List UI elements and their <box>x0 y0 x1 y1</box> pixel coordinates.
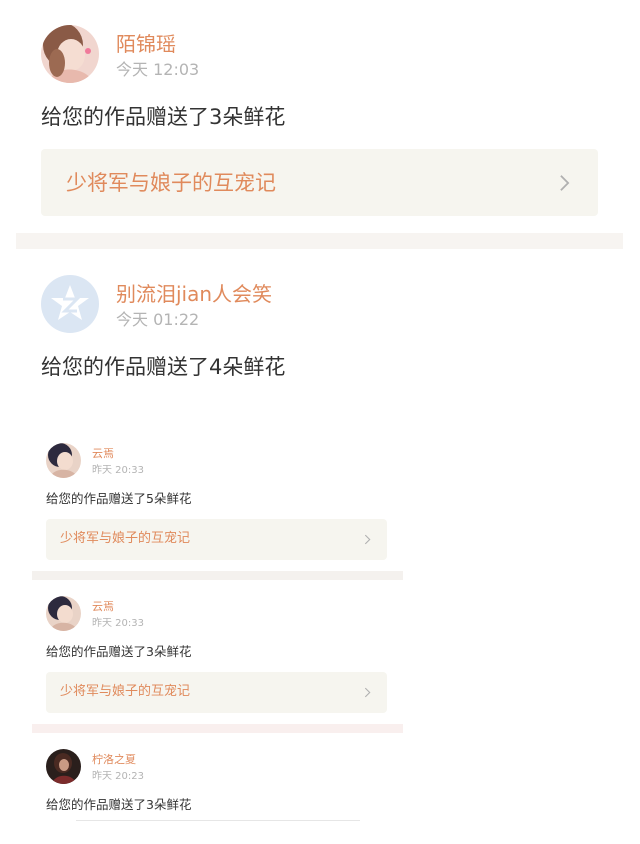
username[interactable]: 别流泪jian人会笑 <box>116 282 272 306</box>
gift-message: 给您的作品赠送了4朵鲜花 <box>41 355 286 379</box>
timestamp: 昨天 20:33 <box>92 465 144 476</box>
timestamp: 今天 01:22 <box>116 310 200 329</box>
section-divider <box>32 571 403 580</box>
user-photo-avatar-icon <box>41 25 99 83</box>
avatar[interactable] <box>46 443 81 478</box>
work-link-card[interactable]: 少将军与娘子的互宠记 <box>46 672 387 713</box>
bottom-separator <box>76 820 360 821</box>
gift-message: 给您的作品赠送了5朵鲜花 <box>46 491 192 506</box>
work-link-card[interactable]: 少将军与娘子的互宠记 <box>41 149 598 216</box>
work-title: 少将军与娘子的互宠记 <box>66 171 276 195</box>
user-photo-avatar-icon <box>46 443 81 478</box>
gift-message: 给您的作品赠送了3朵鲜花 <box>46 644 192 659</box>
chevron-right-icon <box>560 175 570 191</box>
section-divider <box>32 724 403 733</box>
user-photo-avatar-icon <box>46 596 81 631</box>
chevron-right-icon <box>364 687 371 698</box>
username[interactable]: 陌锦瑶 <box>116 32 176 56</box>
work-title: 少将军与娘子的互宠记 <box>60 684 191 699</box>
avatar[interactable] <box>41 25 99 83</box>
work-title: 少将军与娘子的互宠记 <box>60 531 191 546</box>
username[interactable]: 云焉 <box>92 447 114 461</box>
username[interactable]: 云焉 <box>92 600 114 614</box>
chevron-right-icon <box>364 534 371 545</box>
avatar[interactable] <box>46 749 81 784</box>
default-star-avatar-icon <box>41 275 99 333</box>
work-link-card[interactable]: 少将军与娘子的互宠记 <box>46 519 387 560</box>
timestamp: 昨天 20:23 <box>92 771 144 782</box>
gift-message: 给您的作品赠送了3朵鲜花 <box>46 797 192 812</box>
avatar[interactable] <box>41 275 99 333</box>
user-photo-avatar-icon <box>46 749 81 784</box>
gift-message: 给您的作品赠送了3朵鲜花 <box>41 105 286 129</box>
avatar[interactable] <box>46 596 81 631</box>
timestamp: 今天 12:03 <box>116 60 200 79</box>
timestamp: 昨天 20:33 <box>92 618 144 629</box>
username[interactable]: 柠洛之夏 <box>92 753 136 767</box>
section-divider <box>16 233 623 249</box>
